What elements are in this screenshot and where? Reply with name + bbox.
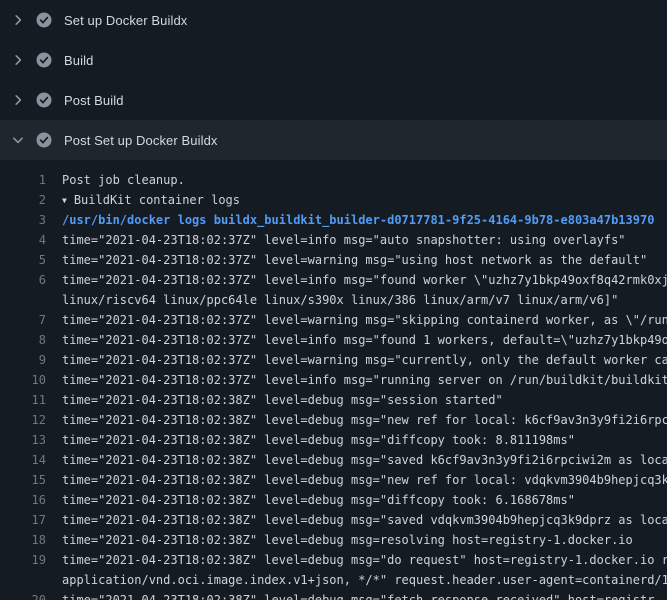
log-text: time="2021-04-23T18:02:38Z" level=debug …: [62, 430, 575, 450]
log-text: time="2021-04-23T18:02:38Z" level=debug …: [62, 590, 654, 600]
log-line: 12 time="2021-04-23T18:02:38Z" level=deb…: [0, 410, 667, 430]
line-number[interactable]: 15: [0, 470, 46, 490]
log-line: 20 time="2021-04-23T18:02:38Z" level=deb…: [0, 590, 667, 600]
log-text: time="2021-04-23T18:02:38Z" level=debug …: [62, 390, 503, 410]
line-number[interactable]: 5: [0, 250, 46, 270]
chevron-right-icon: [10, 12, 26, 28]
step-label: Post Set up Docker Buildx: [64, 133, 218, 148]
group-label: BuildKit container logs: [74, 193, 240, 207]
log-line: 15 time="2021-04-23T18:02:38Z" level=deb…: [0, 470, 667, 490]
line-number[interactable]: 17: [0, 510, 46, 530]
log-line: 16 time="2021-04-23T18:02:38Z" level=deb…: [0, 490, 667, 510]
log-line: 4 time="2021-04-23T18:02:37Z" level=info…: [0, 230, 667, 250]
log-text: time="2021-04-23T18:02:38Z" level=debug …: [62, 470, 667, 490]
line-number[interactable]: 9: [0, 350, 46, 370]
check-circle-icon: [36, 132, 52, 148]
log-line: 8 time="2021-04-23T18:02:37Z" level=info…: [0, 330, 667, 350]
log-container[interactable]: 1 Post job cleanup. 2 ▼ BuildKit containe…: [0, 160, 667, 600]
step-header-build[interactable]: Build: [0, 40, 667, 80]
line-number[interactable]: 19: [0, 550, 46, 570]
log-line: 7 time="2021-04-23T18:02:37Z" level=warn…: [0, 310, 667, 330]
log-text: time="2021-04-23T18:02:38Z" level=debug …: [62, 550, 667, 570]
log-line-wrap: linux/riscv64 linux/ppc64le linux/s390x …: [0, 290, 667, 310]
line-number[interactable]: 3: [0, 210, 46, 230]
step-header-post-build[interactable]: Post Build: [0, 80, 667, 120]
step-label: Build: [64, 53, 93, 68]
log-text: time="2021-04-23T18:02:38Z" level=debug …: [62, 450, 667, 470]
line-number[interactable]: 20: [0, 590, 46, 600]
log-text: time="2021-04-23T18:02:37Z" level=info m…: [62, 230, 626, 250]
step-label: Post Build: [64, 93, 124, 108]
line-number[interactable]: 1: [0, 170, 46, 190]
log-text: time="2021-04-23T18:02:38Z" level=debug …: [62, 530, 633, 550]
line-number: [0, 570, 46, 590]
steps-list: Set up Docker Buildx Build Post Build: [0, 0, 667, 160]
log-text: time="2021-04-23T18:02:37Z" level=info m…: [62, 370, 667, 390]
line-number[interactable]: 7: [0, 310, 46, 330]
log-text: time="2021-04-23T18:02:37Z" level=warnin…: [62, 310, 667, 330]
log-text: application/vnd.oci.image.index.v1+json,…: [62, 570, 667, 590]
step-header-post-set-up-docker-buildx[interactable]: Post Set up Docker Buildx: [0, 120, 667, 160]
log-text: Post job cleanup.: [62, 170, 185, 190]
log-text: time="2021-04-23T18:02:37Z" level=info m…: [62, 330, 667, 350]
chevron-right-icon: [10, 92, 26, 108]
log-text: time="2021-04-23T18:02:38Z" level=debug …: [62, 410, 667, 430]
log-line: 18 time="2021-04-23T18:02:38Z" level=deb…: [0, 530, 667, 550]
line-number[interactable]: 12: [0, 410, 46, 430]
log-line: 17 time="2021-04-23T18:02:38Z" level=deb…: [0, 510, 667, 530]
check-circle-icon: [36, 52, 52, 68]
log-text: time="2021-04-23T18:02:38Z" level=debug …: [62, 510, 667, 530]
log-line: 5 time="2021-04-23T18:02:37Z" level=warn…: [0, 250, 667, 270]
line-number[interactable]: 13: [0, 430, 46, 450]
log-line: 19 time="2021-04-23T18:02:38Z" level=deb…: [0, 550, 667, 570]
line-number: [0, 290, 46, 310]
step-header-set-up-docker-buildx[interactable]: Set up Docker Buildx: [0, 0, 667, 40]
chevron-right-icon: [10, 52, 26, 68]
log-line: 11 time="2021-04-23T18:02:38Z" level=deb…: [0, 390, 667, 410]
log-line: 1 Post job cleanup.: [0, 170, 667, 190]
log-text: time="2021-04-23T18:02:37Z" level=warnin…: [62, 250, 647, 270]
line-number[interactable]: 11: [0, 390, 46, 410]
line-number[interactable]: 10: [0, 370, 46, 390]
log-line: 10 time="2021-04-23T18:02:37Z" level=inf…: [0, 370, 667, 390]
group-collapse-triangle-icon: ▼: [62, 191, 67, 210]
line-number[interactable]: 18: [0, 530, 46, 550]
line-number[interactable]: 8: [0, 330, 46, 350]
log-text: time="2021-04-23T18:02:38Z" level=debug …: [62, 490, 575, 510]
log-text: time="2021-04-23T18:02:37Z" level=info m…: [62, 270, 667, 290]
line-number[interactable]: 16: [0, 490, 46, 510]
log-line: 13 time="2021-04-23T18:02:38Z" level=deb…: [0, 430, 667, 450]
line-number[interactable]: 4: [0, 230, 46, 250]
log-text: time="2021-04-23T18:02:37Z" level=warnin…: [62, 350, 667, 370]
log-line-wrap: application/vnd.oci.image.index.v1+json,…: [0, 570, 667, 590]
log-line: 9 time="2021-04-23T18:02:37Z" level=warn…: [0, 350, 667, 370]
log-line: 14 time="2021-04-23T18:02:38Z" level=deb…: [0, 450, 667, 470]
check-circle-icon: [36, 12, 52, 28]
log-line-group[interactable]: 2 ▼ BuildKit container logs: [0, 190, 667, 210]
line-number[interactable]: 14: [0, 450, 46, 470]
log-line: 6 time="2021-04-23T18:02:37Z" level=info…: [0, 270, 667, 290]
log-text: ▼ BuildKit container logs: [62, 190, 240, 210]
step-label: Set up Docker Buildx: [64, 13, 187, 28]
line-number[interactable]: 2: [0, 190, 46, 210]
log-text: /usr/bin/docker logs buildx_buildkit_bui…: [62, 210, 654, 230]
check-circle-icon: [36, 92, 52, 108]
actions-log-viewer: Set up Docker Buildx Build Post Build: [0, 0, 667, 600]
chevron-down-icon: [10, 132, 26, 148]
line-number[interactable]: 6: [0, 270, 46, 290]
log-line-command: 3 /usr/bin/docker logs buildx_buildkit_b…: [0, 210, 667, 230]
log-text: linux/riscv64 linux/ppc64le linux/s390x …: [62, 290, 618, 310]
